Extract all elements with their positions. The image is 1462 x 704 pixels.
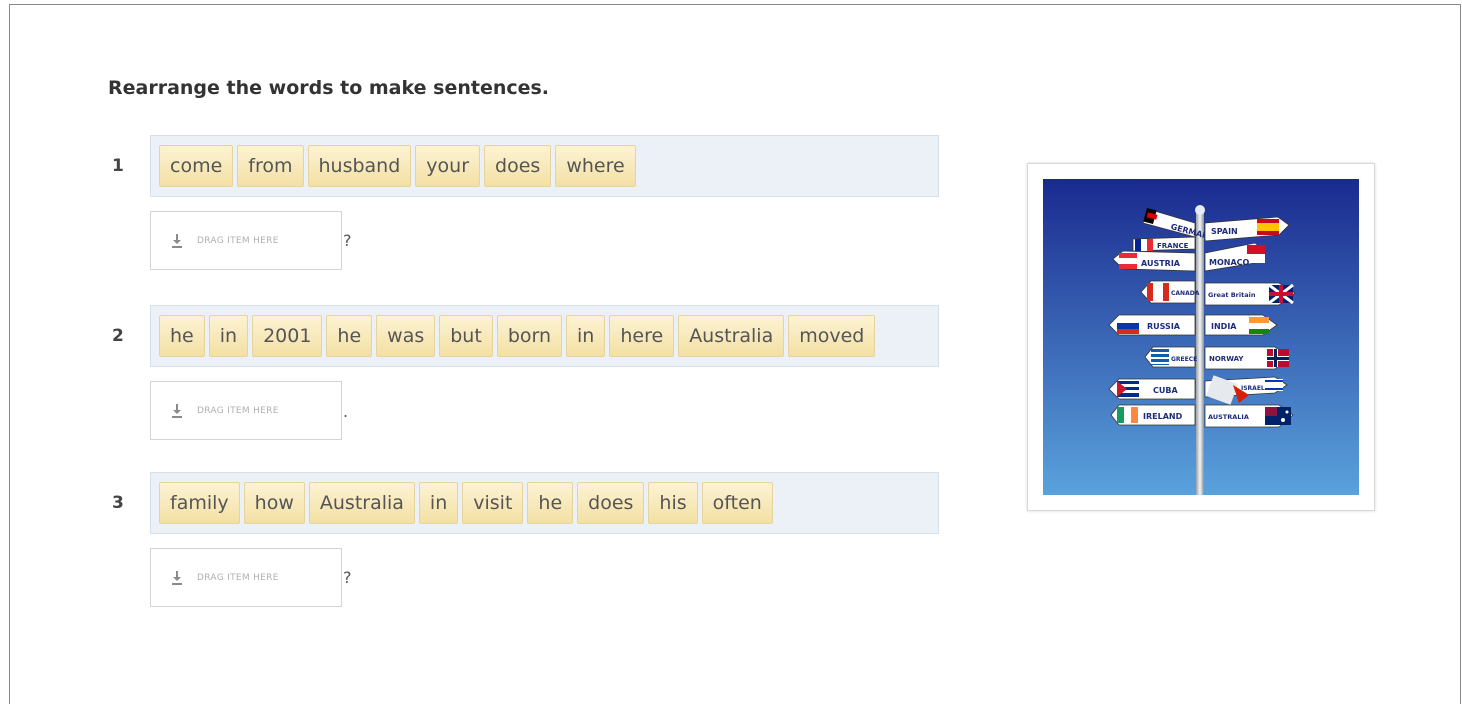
word-tile[interactable]: he bbox=[326, 315, 373, 357]
download-arrow-icon bbox=[172, 403, 182, 418]
word-tile[interactable]: in bbox=[208, 315, 249, 357]
signpost-illustration: GERMANY SPAIN FRANCE AUSTRIA MONACO CANA… bbox=[1043, 179, 1359, 495]
word-tile[interactable]: Australia bbox=[678, 315, 785, 357]
sign-russia: RUSSIA bbox=[1108, 314, 1196, 336]
svg-text:INDIA: INDIA bbox=[1211, 322, 1237, 331]
sign-ireland: IRELAND bbox=[1110, 404, 1196, 426]
sign-cuba: CUBA bbox=[1108, 378, 1196, 400]
word-tile[interactable]: but bbox=[439, 315, 493, 357]
word-bank: come from husband your does where bbox=[150, 135, 939, 197]
svg-text:GREECE: GREECE bbox=[1171, 356, 1197, 363]
svg-text:ISRAEL: ISRAEL bbox=[1241, 385, 1265, 392]
word-tile[interactable]: visit bbox=[462, 482, 524, 524]
svg-text:IRELAND: IRELAND bbox=[1143, 412, 1183, 421]
word-tile[interactable]: where bbox=[555, 145, 636, 187]
question-number: 3 bbox=[112, 493, 124, 513]
drop-zone[interactable]: DRAG ITEM HERE bbox=[150, 211, 342, 270]
sentence-punctuation: ? bbox=[343, 568, 352, 587]
word-tile[interactable]: his bbox=[648, 482, 698, 524]
svg-text:CANADA: CANADA bbox=[1171, 290, 1200, 297]
word-tile[interactable]: family bbox=[159, 482, 240, 524]
word-bank: family how Australia in visit he does hi… bbox=[150, 472, 939, 534]
drop-zone-label: DRAG ITEM HERE bbox=[197, 405, 279, 416]
word-tile[interactable]: your bbox=[415, 145, 481, 187]
download-arrow-icon bbox=[172, 233, 182, 248]
word-tile[interactable]: does bbox=[577, 482, 645, 524]
sign-france: FRANCE bbox=[1132, 236, 1196, 252]
svg-text:MONACO: MONACO bbox=[1209, 258, 1250, 267]
question-number: 1 bbox=[112, 156, 124, 176]
word-tile[interactable]: how bbox=[243, 482, 305, 524]
word-tile[interactable]: often bbox=[701, 482, 773, 524]
question-number: 2 bbox=[112, 326, 124, 346]
sign-greece: GREECE bbox=[1144, 346, 1197, 368]
svg-text:SPAIN: SPAIN bbox=[1211, 227, 1238, 236]
sentence-punctuation: . bbox=[343, 402, 349, 421]
word-tile[interactable]: moved bbox=[788, 315, 876, 357]
svg-text:AUSTRIA: AUSTRIA bbox=[1141, 259, 1181, 268]
svg-text:FRANCE: FRANCE bbox=[1157, 242, 1189, 250]
illustration-frame: GERMANY SPAIN FRANCE AUSTRIA MONACO CANA… bbox=[1027, 163, 1375, 511]
svg-text:AUSTRALIA: AUSTRALIA bbox=[1208, 413, 1249, 421]
drop-zone[interactable]: DRAG ITEM HERE bbox=[150, 548, 342, 607]
word-tile[interactable]: does bbox=[484, 145, 552, 187]
word-tile[interactable]: come bbox=[159, 145, 234, 187]
svg-text:Great Britain: Great Britain bbox=[1208, 291, 1256, 299]
word-tile[interactable]: from bbox=[237, 145, 304, 187]
svg-text:CUBA: CUBA bbox=[1153, 386, 1178, 395]
word-tile[interactable]: husband bbox=[307, 145, 412, 187]
sign-norway: NORWAY bbox=[1204, 346, 1290, 370]
word-tile[interactable]: he bbox=[527, 482, 574, 524]
word-tile[interactable]: born bbox=[496, 315, 563, 357]
drop-zone-label: DRAG ITEM HERE bbox=[197, 235, 279, 246]
sign-canada: CANADA bbox=[1140, 280, 1200, 304]
word-tile[interactable]: he bbox=[159, 315, 205, 357]
word-tile[interactable]: was bbox=[376, 315, 436, 357]
svg-text:RUSSIA: RUSSIA bbox=[1147, 322, 1181, 331]
download-arrow-icon bbox=[172, 570, 182, 585]
word-bank: he in 2001 he was but born in here Austr… bbox=[150, 305, 939, 367]
drop-zone[interactable]: DRAG ITEM HERE bbox=[150, 381, 342, 440]
sentence-punctuation: ? bbox=[343, 231, 352, 250]
svg-text:NORWAY: NORWAY bbox=[1209, 355, 1244, 363]
signpost-image: GERMANY SPAIN FRANCE AUSTRIA MONACO CANA… bbox=[1043, 179, 1359, 495]
word-tile[interactable]: here bbox=[609, 315, 675, 357]
sign-india: INDIA bbox=[1204, 314, 1278, 336]
drop-zone-label: DRAG ITEM HERE bbox=[197, 572, 279, 583]
sign-australia: AUSTRALIA bbox=[1204, 404, 1294, 428]
sign-austria: AUSTRIA bbox=[1112, 250, 1196, 272]
word-tile[interactable]: in bbox=[418, 482, 459, 524]
word-tile[interactable]: in bbox=[566, 315, 606, 357]
instruction-heading: Rearrange the words to make sentences. bbox=[108, 77, 550, 99]
word-tile[interactable]: 2001 bbox=[252, 315, 323, 357]
word-tile[interactable]: Australia bbox=[308, 482, 415, 524]
sign-great-britain: Great Britain bbox=[1204, 282, 1296, 306]
